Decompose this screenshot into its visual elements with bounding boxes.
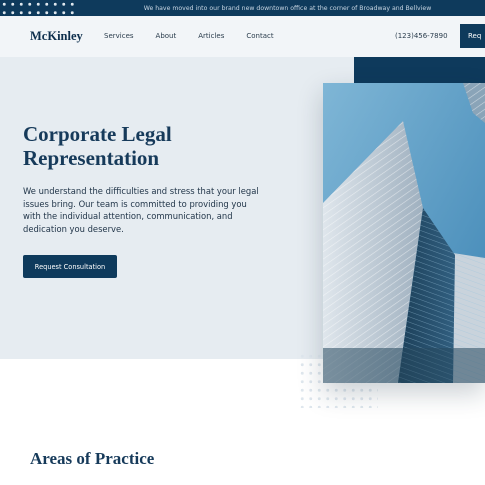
phone-number[interactable]: (123)456-7890 — [395, 32, 448, 40]
nav-link-contact[interactable]: Contact — [246, 32, 273, 40]
hero-accent-band — [354, 57, 485, 83]
nav-link-articles[interactable]: Articles — [198, 32, 224, 40]
hero-title: Corporate Legal Representation — [23, 122, 263, 170]
building-photo — [323, 83, 485, 383]
nav-link-about[interactable]: About — [156, 32, 177, 40]
request-consultation-button[interactable]: Request Consultation — [23, 255, 117, 278]
logo[interactable]: McKinley — [30, 29, 83, 44]
hero-description: We understand the difficulties and stres… — [23, 186, 259, 234]
nav-request-button[interactable]: Req — [460, 24, 485, 48]
building-illustration — [323, 83, 485, 383]
nav-links: Services About Articles Contact — [104, 32, 296, 40]
main-navigation: McKinley Services About Articles Contact… — [0, 16, 485, 57]
nav-link-services[interactable]: Services — [104, 32, 134, 40]
hero-title-line-1: Corporate Legal — [23, 122, 172, 146]
areas-of-practice-heading: Areas of Practice — [30, 449, 155, 468]
announcement-text: We have moved into our brand new downtow… — [143, 4, 432, 12]
hero-title-line-2: Representation — [23, 146, 160, 170]
